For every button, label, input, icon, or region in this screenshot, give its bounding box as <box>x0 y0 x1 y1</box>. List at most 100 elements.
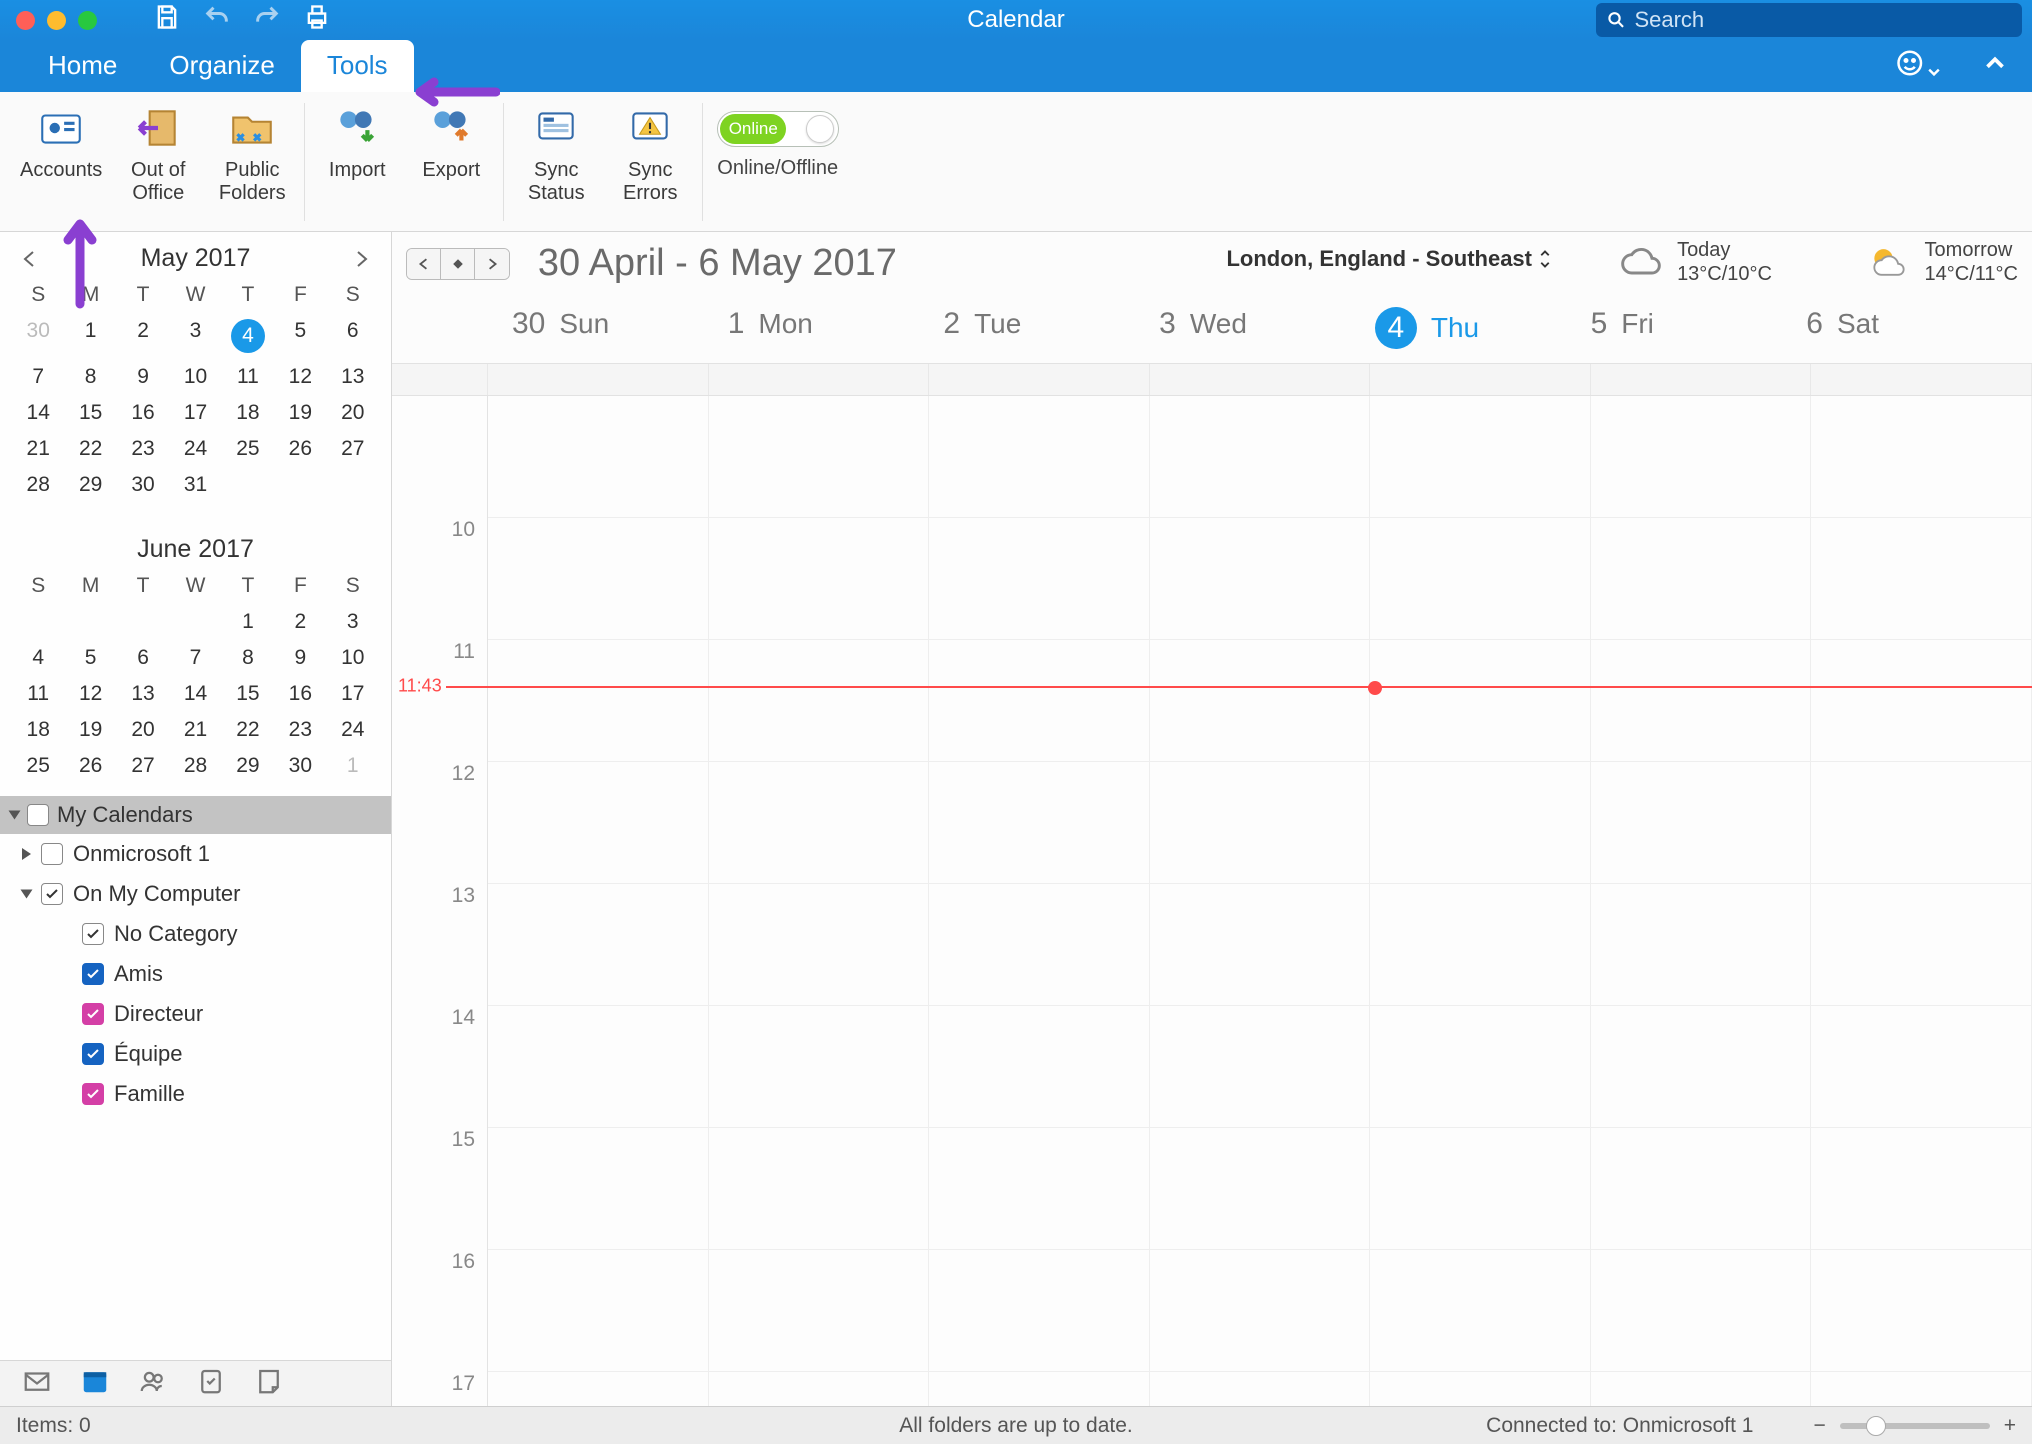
time-slot[interactable] <box>1150 1250 1371 1372</box>
mini-calendar-day[interactable]: 21 <box>169 712 221 748</box>
time-slot[interactable] <box>1150 1128 1371 1250</box>
out-of-office-button[interactable]: Out of Office <box>120 103 196 205</box>
mini-calendar-day[interactable]: 3 <box>169 313 221 359</box>
minimize-window-button[interactable] <box>47 11 66 30</box>
time-slot[interactable] <box>488 762 709 884</box>
day-header[interactable]: 1Mon <box>718 307 934 349</box>
mini-calendar-day[interactable]: 5 <box>64 640 116 676</box>
tree-item-no-category[interactable]: No Category <box>0 914 391 954</box>
time-slot[interactable] <box>1150 396 1371 518</box>
mini-calendar-day[interactable]: 6 <box>117 640 169 676</box>
save-icon[interactable] <box>153 3 181 37</box>
mini-calendar-day[interactable]: 22 <box>222 712 274 748</box>
next-week-button[interactable] <box>475 249 509 279</box>
close-window-button[interactable] <box>16 11 35 30</box>
time-slot[interactable] <box>1370 1006 1591 1128</box>
time-slot[interactable] <box>488 1006 709 1128</box>
time-grid[interactable]: 1011121314151617 11:43 <box>392 396 2032 1406</box>
mini-calendar-day[interactable]: 15 <box>222 676 274 712</box>
time-slot[interactable] <box>929 396 1150 518</box>
day-header[interactable]: 3Wed <box>1149 307 1365 349</box>
mini-calendar-day[interactable]: 31 <box>169 467 221 503</box>
mini-calendar-day[interactable]: 1 <box>222 604 274 640</box>
time-slot[interactable] <box>1370 1372 1591 1406</box>
mini-calendar-day[interactable]: 23 <box>117 431 169 467</box>
time-slot[interactable] <box>1370 1128 1591 1250</box>
tree-item-famille[interactable]: Famille <box>0 1074 391 1114</box>
time-slot[interactable] <box>929 1372 1150 1406</box>
notes-icon[interactable] <box>254 1366 284 1402</box>
today-button[interactable] <box>441 249 475 279</box>
mini-calendar-day[interactable]: 20 <box>327 395 379 431</box>
mini-calendar-day[interactable]: 14 <box>169 676 221 712</box>
time-slot[interactable] <box>1150 762 1371 884</box>
day-header[interactable]: 5Fri <box>1581 307 1797 349</box>
mini-calendar-day[interactable]: 3 <box>327 604 379 640</box>
time-slot[interactable] <box>1591 1372 1812 1406</box>
time-slot[interactable] <box>1591 1006 1812 1128</box>
mail-icon[interactable] <box>22 1366 52 1402</box>
time-slot[interactable] <box>1811 762 2032 884</box>
export-button[interactable]: Export <box>413 103 489 182</box>
search-box[interactable] <box>1596 3 2022 37</box>
mini-calendar-day[interactable]: 11 <box>12 676 64 712</box>
tree-item-equipe[interactable]: Équipe <box>0 1034 391 1074</box>
mini-calendar-day[interactable]: 30 <box>12 313 64 359</box>
tree-item-amis[interactable]: Amis <box>0 954 391 994</box>
mini-calendar-day[interactable]: 30 <box>117 467 169 503</box>
time-slot[interactable] <box>1150 1372 1371 1406</box>
tab-organize[interactable]: Organize <box>143 40 301 92</box>
mini-calendar-day[interactable]: 26 <box>64 748 116 784</box>
tab-home[interactable]: Home <box>22 40 143 92</box>
zoom-in-icon[interactable]: + <box>2004 1414 2016 1438</box>
next-month-button[interactable] <box>349 247 373 271</box>
mini-calendar-day[interactable]: 18 <box>222 395 274 431</box>
mini-calendar-day[interactable]: 5 <box>274 313 326 359</box>
mini-calendar-day[interactable]: 7 <box>12 359 64 395</box>
time-slot[interactable] <box>1811 518 2032 640</box>
time-slot[interactable] <box>1811 884 2032 1006</box>
time-slot[interactable] <box>1591 396 1812 518</box>
online-offline-toggle[interactable]: Online <box>717 111 839 147</box>
zoom-out-icon[interactable]: − <box>1813 1414 1825 1438</box>
mini-calendar-day[interactable]: 16 <box>274 676 326 712</box>
collapse-ribbon-icon[interactable] <box>1980 48 2010 84</box>
time-slot[interactable] <box>1370 1250 1591 1372</box>
prev-month-button[interactable] <box>18 247 42 271</box>
time-slot[interactable] <box>1591 518 1812 640</box>
mini-calendar-day[interactable]: 29 <box>222 748 274 784</box>
checkbox[interactable] <box>82 923 104 945</box>
day-header[interactable]: 30Sun <box>502 307 718 349</box>
mini-calendar-day[interactable]: 27 <box>117 748 169 784</box>
checkbox[interactable] <box>41 843 63 865</box>
checkbox[interactable] <box>82 963 104 985</box>
time-slot[interactable] <box>929 1128 1150 1250</box>
accounts-button[interactable]: Accounts <box>20 103 102 182</box>
mini-calendar-day[interactable]: 8 <box>64 359 116 395</box>
mini-calendar-day[interactable]: 14 <box>12 395 64 431</box>
mini-calendar-day[interactable]: 19 <box>274 395 326 431</box>
mini-calendar-day[interactable]: 11 <box>222 359 274 395</box>
mini-calendar-day[interactable]: 23 <box>274 712 326 748</box>
mini-calendar-day[interactable]: 21 <box>12 431 64 467</box>
time-slot[interactable] <box>929 1250 1150 1372</box>
mini-calendar-day[interactable]: 18 <box>12 712 64 748</box>
time-slot[interactable] <box>1591 1250 1812 1372</box>
mini-calendar-day[interactable]: 26 <box>274 431 326 467</box>
redo-icon[interactable] <box>253 3 281 37</box>
time-slot[interactable] <box>488 640 709 762</box>
time-slot[interactable] <box>1811 640 2032 762</box>
time-slot[interactable] <box>929 1006 1150 1128</box>
mini-calendar-day[interactable]: 2 <box>274 604 326 640</box>
time-slot[interactable] <box>1150 640 1371 762</box>
checkbox[interactable] <box>82 1083 104 1105</box>
time-slot[interactable] <box>1370 884 1591 1006</box>
undo-icon[interactable] <box>203 3 231 37</box>
zoom-control[interactable]: − + <box>1813 1414 2016 1438</box>
tree-item-on-my-computer[interactable]: On My Computer <box>0 874 391 914</box>
time-slot[interactable] <box>1150 1006 1371 1128</box>
import-button[interactable]: Import <box>319 103 395 182</box>
weather-location[interactable]: London, England - Southeast <box>1226 246 1552 272</box>
mini-calendar-day[interactable]: 9 <box>117 359 169 395</box>
time-slot[interactable] <box>929 640 1150 762</box>
